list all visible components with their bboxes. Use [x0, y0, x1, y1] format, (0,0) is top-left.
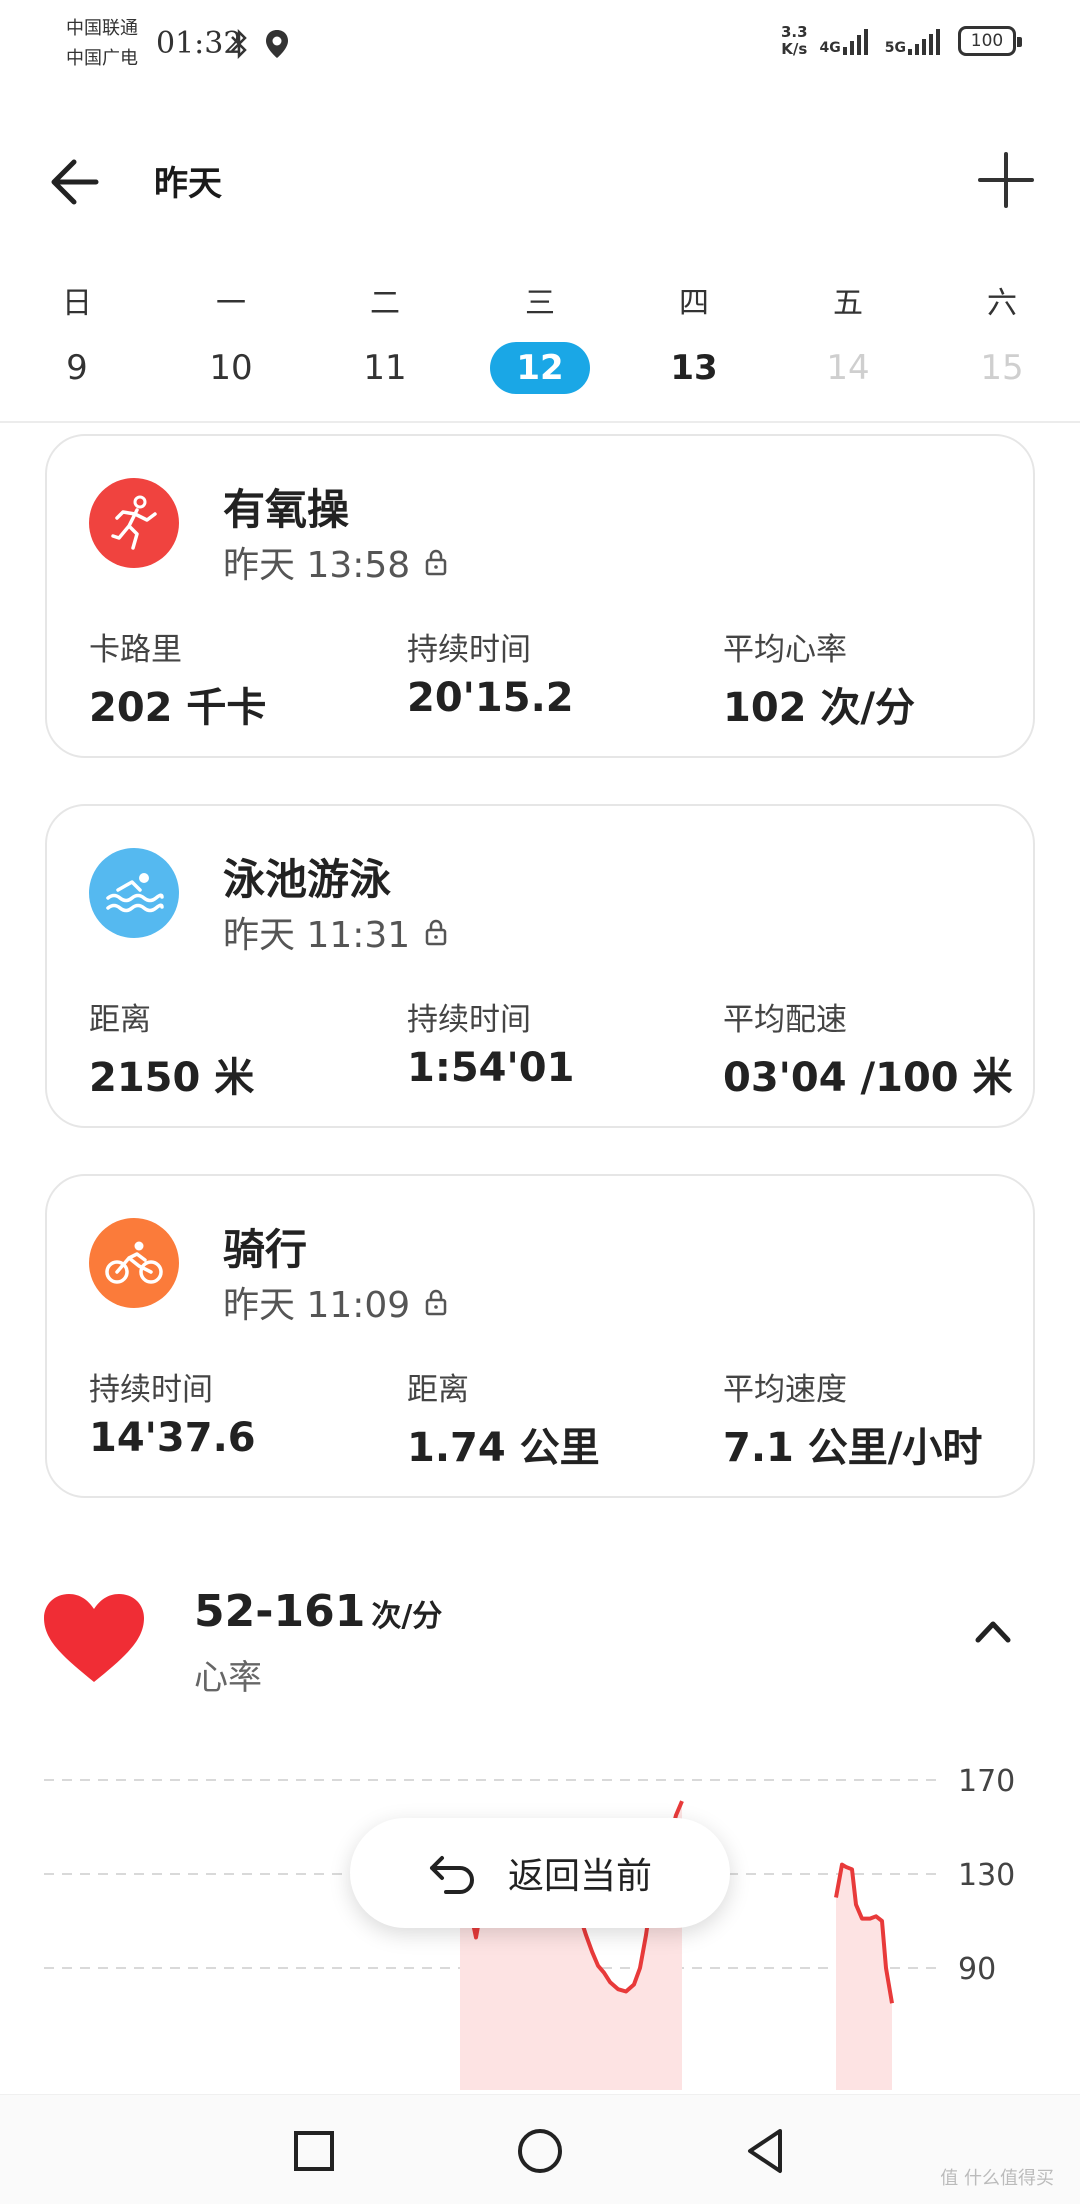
day-saturday: 六 15 [942, 280, 1062, 394]
stat-distance: 距离 1.74 公里 [407, 1372, 600, 1471]
battery-indicator: 100 [958, 26, 1022, 56]
status-bar: 中国联通 中国广电 01:32 3.3 K/s 4G 5G 100 [0, 0, 1080, 92]
home-icon[interactable] [510, 2121, 570, 2181]
stat-avg-heart-rate: 平均心率 102 次/分 [723, 632, 916, 731]
day-number: 9 [66, 348, 88, 388]
day-number-selected: 12 [490, 342, 590, 394]
y-tick-label: 90 [958, 1952, 996, 1987]
workout-title: 骑行 [223, 1225, 308, 1274]
stat-duration: 持续时间 20'15.2 [407, 632, 574, 721]
net-speed: 3.3 K/s [780, 23, 808, 58]
status-icons [228, 28, 290, 60]
signal-bars-icon [842, 29, 868, 55]
heart-rate-range: 52-161 次/分 [194, 1586, 443, 1637]
location-icon [266, 30, 288, 58]
day-number: 11 [363, 348, 407, 388]
workout-card-swimming[interactable]: 泳池游泳 昨天 11:31 距离 2150 米 持续时间 1:54'01 平均配… [45, 804, 1035, 1128]
stat-calories: 卡路里 202 千卡 [89, 632, 267, 731]
weekday-label: 三 [525, 286, 555, 321]
undo-arrow-icon [429, 1856, 474, 1894]
workout-time: 昨天 11:31 [223, 906, 448, 958]
heart-icon [44, 1594, 144, 1682]
heart-rate-label: 心率 [194, 1658, 262, 1698]
signal-5g: 5G [885, 27, 946, 55]
stat-duration: 持续时间 1:54'01 [407, 1002, 575, 1091]
back-triangle-icon[interactable] [736, 2121, 796, 2181]
workout-time: 昨天 11:09 [223, 1276, 448, 1328]
workout-title: 泳池游泳 [223, 855, 392, 904]
back-arrow-icon[interactable] [46, 152, 106, 212]
day-monday[interactable]: 一 10 [171, 280, 291, 394]
day-number-disabled: 14 [826, 348, 870, 388]
status-right: 3.3 K/s 4G 5G 100 [780, 23, 1022, 58]
day-wednesday[interactable]: 三 12 [480, 280, 600, 394]
signal-bars-icon [908, 29, 940, 55]
stat-avg-speed: 平均速度 7.1 公里/小时 [723, 1372, 983, 1471]
day-tuesday[interactable]: 二 11 [325, 280, 445, 394]
workout-time: 昨天 13:58 [223, 536, 448, 588]
lock-icon [425, 919, 447, 946]
weekday-label: 一 [216, 286, 246, 321]
recent-apps-icon[interactable] [284, 2121, 344, 2181]
return-current-label: 返回当前 [507, 1856, 652, 1897]
day-number: 10 [209, 348, 253, 388]
day-thursday[interactable]: 四 13 [634, 280, 754, 394]
day-friday: 五 14 [788, 280, 908, 394]
bluetooth-icon [231, 29, 247, 59]
series-area [836, 1864, 892, 2090]
y-tick-label: 130 [958, 1858, 1015, 1893]
weekday-label: 五 [833, 286, 863, 321]
heart-rate-summary[interactable]: 52-161 次/分 心率 [0, 1560, 1080, 1710]
page-title: 昨天 [154, 164, 222, 204]
day-number-disabled: 15 [980, 348, 1024, 388]
day-sunday[interactable]: 日 9 [17, 280, 137, 394]
cycling-icon [89, 1218, 179, 1308]
weekday-label: 四 [679, 286, 709, 321]
system-nav-bar: 值 什么值得买 [0, 2094, 1080, 2204]
swimming-icon [89, 848, 179, 938]
workout-card-aerobics[interactable]: 有氧操 昨天 13:58 卡路里 202 千卡 持续时间 20'15.2 平均心… [45, 434, 1035, 758]
stat-duration: 持续时间 14'37.6 [89, 1372, 256, 1461]
day-number: 13 [670, 348, 718, 388]
app-header: 昨天 [0, 130, 1080, 230]
stat-avg-pace: 平均配速 03'04 /100 米 [723, 1002, 1013, 1101]
week-strip: 日 9 一 10 二 11 三 12 四 13 五 14 六 15 [0, 280, 1080, 420]
workout-title: 有氧操 [223, 485, 350, 534]
carrier-1: 中国联通 [66, 18, 138, 39]
weekday-label: 日 [62, 286, 92, 321]
stat-distance: 距离 2150 米 [89, 1002, 255, 1101]
y-tick-label: 170 [958, 1764, 1015, 1799]
weekday-label: 二 [370, 286, 400, 321]
divider [0, 421, 1080, 423]
weekday-label: 六 [987, 286, 1017, 321]
signal-4g: 4G [820, 27, 873, 55]
carrier-2: 中国广电 [66, 48, 138, 69]
lock-icon [425, 1289, 447, 1316]
return-current-button[interactable]: 返回当前 [350, 1818, 730, 1928]
watermark: 值 什么值得买 [940, 2168, 1054, 2189]
aerobics-icon [89, 478, 179, 568]
workout-card-cycling[interactable]: 骑行 昨天 11:09 持续时间 14'37.6 距离 1.74 公里 平均速度… [45, 1174, 1035, 1498]
lock-icon [425, 549, 447, 576]
chevron-up-icon[interactable] [968, 1606, 1018, 1656]
add-icon[interactable] [974, 148, 1038, 212]
